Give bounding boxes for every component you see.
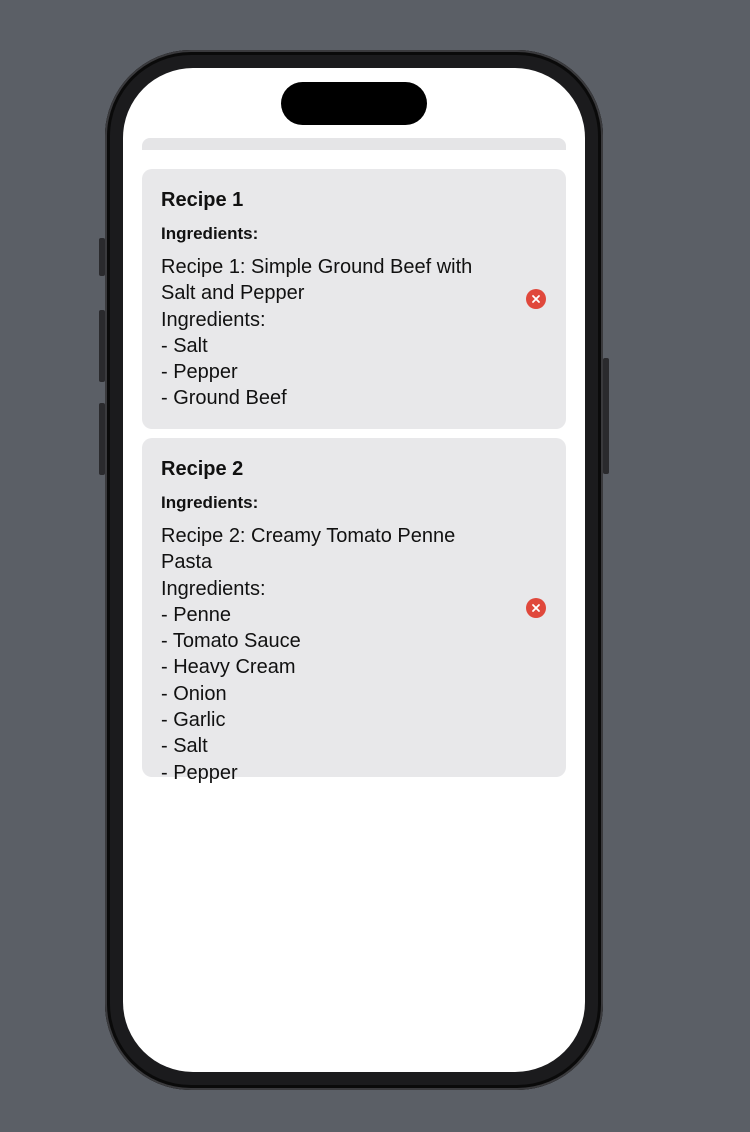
recipe-card: Recipe 1 Ingredients: Recipe 1: Simple G…: [142, 169, 566, 429]
recipe-title: Recipe 2: [161, 458, 244, 480]
power-button: [603, 358, 609, 474]
xmark-icon: [532, 604, 540, 612]
delete-recipe-button[interactable]: [526, 289, 546, 309]
recipe-text: Recipe 2: Creamy Tomato Penne Pasta Ingr…: [161, 525, 456, 784]
dynamic-island: [281, 82, 427, 125]
simulator-stage: Recipe 1 Ingredients: Recipe 1: Simple G…: [0, 0, 750, 1132]
recipe-text: Recipe 1: Simple Ground Beef with Salt a…: [161, 256, 473, 410]
delete-recipe-button[interactable]: [526, 598, 546, 618]
recipe-title: Recipe 1: [161, 189, 244, 211]
recipe-card: Recipe 2 Ingredients: Recipe 2: Creamy T…: [142, 438, 566, 784]
phone-screen: Recipe 1 Ingredients: Recipe 1: Simple G…: [123, 68, 585, 1072]
ingredients-label: Ingredients:: [161, 224, 259, 243]
xmark-icon: [532, 295, 540, 303]
list-header-strip: [142, 138, 566, 150]
ingredients-label: Ingredients:: [161, 493, 259, 512]
